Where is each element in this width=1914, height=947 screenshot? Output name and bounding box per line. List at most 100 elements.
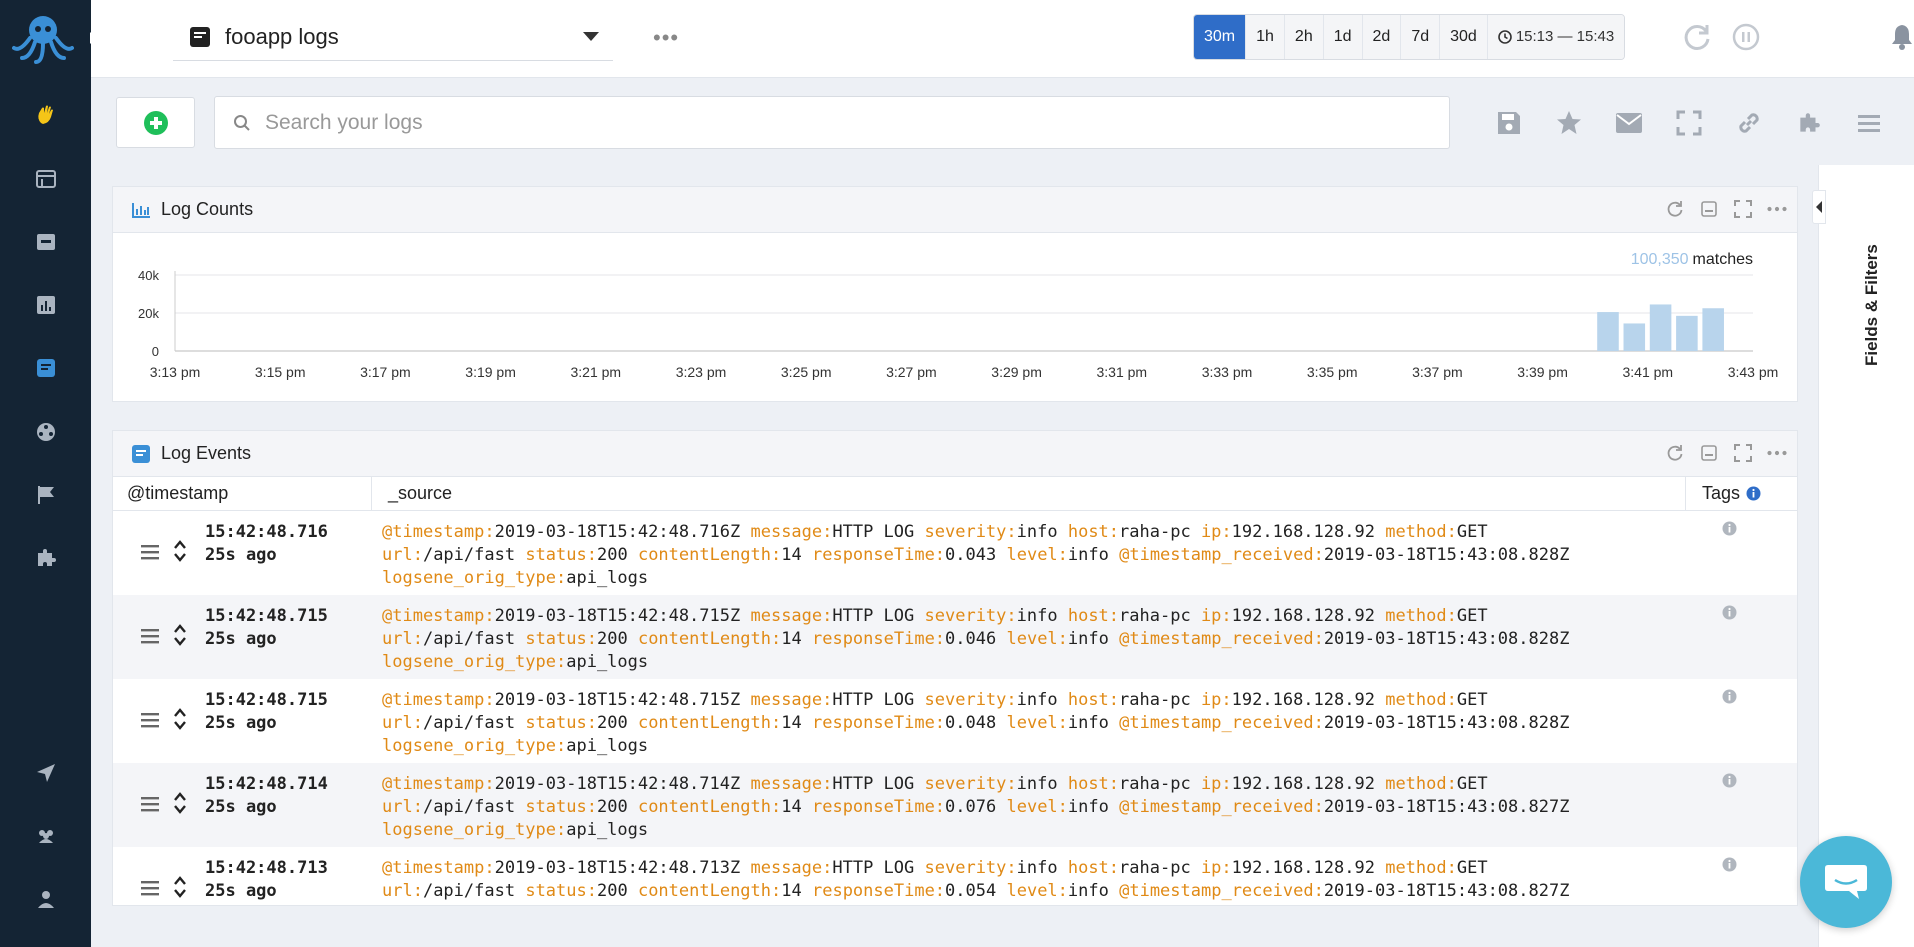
time-range-30d[interactable]: 30d — [1440, 15, 1488, 59]
field-value-method: GET — [1456, 690, 1488, 710]
column-tags[interactable]: Tags — [1686, 477, 1796, 510]
time-range-1d[interactable]: 1d — [1323, 15, 1363, 59]
field-value-status: 200 — [596, 545, 628, 565]
source-line-1: @timestamp:2019-03-18T15:42:48.715Z mess… — [382, 605, 1712, 628]
log-row[interactable]: 15:42:48.715 25s ago @timestamp:2019-03-… — [113, 595, 1797, 679]
email-button[interactable] — [1612, 106, 1646, 140]
sidebar-item-account[interactable] — [0, 879, 91, 919]
refresh-panel-button[interactable] — [1665, 443, 1685, 463]
save-query-button[interactable] — [1492, 106, 1526, 140]
sidebar-item-send[interactable] — [0, 753, 91, 793]
notifications-button[interactable] — [1885, 20, 1914, 54]
field-key-url: url: — [382, 713, 423, 733]
refresh-icon — [1667, 201, 1683, 217]
minimize-panel-button[interactable] — [1699, 199, 1719, 219]
expand-row-icon[interactable] — [173, 623, 187, 647]
time-range-1h[interactable]: 1h — [1246, 15, 1285, 59]
row-tags — [1712, 763, 1784, 847]
time-range-7d[interactable]: 7d — [1401, 15, 1441, 59]
row-time: 15:42:48.713 — [205, 858, 328, 878]
chevron-left-icon — [1816, 201, 1822, 213]
field-key-timestamp_received: @timestamp_received: — [1119, 713, 1324, 733]
field-value-responseTime: 0.043 — [945, 545, 997, 565]
field-key-host: host: — [1067, 690, 1120, 710]
info-icon[interactable] — [1722, 857, 1737, 872]
app-more-button[interactable]: ••• — [653, 27, 679, 49]
custom-time-window[interactable]: 15:13 — 15:43 — [1487, 15, 1625, 59]
menu-button[interactable] — [1852, 106, 1886, 140]
window-icon — [35, 170, 56, 188]
log-row[interactable]: 15:42:48.715 25s ago @timestamp:2019-03-… — [113, 679, 1797, 763]
log-counts-panel: Log Counts 100,350 matches 0 20k 40k 3:13 pm… — [112, 186, 1798, 402]
minimize-panel-button[interactable] — [1699, 443, 1719, 463]
expand-row-icon[interactable] — [173, 539, 187, 563]
expand-panel-button[interactable] — [1733, 443, 1753, 463]
field-key-contentLength: contentLength: — [637, 797, 782, 817]
log-row[interactable]: 15:42:48.713 25s ago @timestamp:2019-03-… — [113, 847, 1797, 903]
field-key-orig_type: logsene_orig_type: — [382, 568, 567, 588]
expand-row-icon[interactable] — [173, 707, 187, 731]
info-icon[interactable] — [1722, 773, 1737, 788]
row-menu-icon[interactable] — [140, 711, 160, 729]
time-range-2h[interactable]: 2h — [1284, 15, 1324, 59]
sidebar-item-logs[interactable] — [0, 348, 91, 388]
row-menu-icon[interactable] — [140, 795, 160, 813]
row-timestamp: 15:42:48.713 25s ago — [205, 847, 372, 903]
row-tags — [1712, 847, 1784, 903]
y-tick-label: 0 — [152, 344, 159, 359]
field-key-contentLength: contentLength: — [637, 881, 782, 901]
fields-filters-toggle[interactable] — [1812, 190, 1826, 224]
sidebar-item-apps[interactable] — [0, 159, 91, 199]
info-icon[interactable] — [1722, 605, 1737, 620]
refresh-button[interactable] — [1680, 20, 1714, 54]
chat-widget-button[interactable] — [1800, 836, 1892, 928]
octopus-logo-icon[interactable] — [12, 12, 74, 64]
expand-panel-button[interactable] — [1733, 199, 1753, 219]
field-key-host: host: — [1067, 858, 1120, 878]
plugins-button[interactable] — [1792, 106, 1826, 140]
app-selector[interactable]: fooapp logs — [173, 14, 613, 61]
source-line-3: logsene_orig_type:api_logs — [382, 735, 1712, 758]
time-range-2d[interactable]: 2d — [1362, 15, 1402, 59]
row-menu-icon[interactable] — [140, 879, 160, 897]
info-icon[interactable] — [1722, 521, 1737, 536]
column-timestamp[interactable]: @timestamp — [113, 477, 372, 510]
sidebar-item-welcome[interactable] — [0, 95, 91, 135]
expand-row-icon[interactable] — [173, 875, 187, 899]
fields-filters-label[interactable]: Fields & Filters — [1862, 244, 1882, 366]
row-tags — [1712, 511, 1784, 595]
more-dots-icon — [1767, 206, 1787, 212]
panel-more-button[interactable] — [1767, 199, 1787, 219]
log-row[interactable]: 15:42:48.716 25s ago @timestamp:2019-03-… — [113, 511, 1797, 595]
pause-button[interactable] — [1729, 20, 1763, 54]
time-range-30m[interactable]: 30m — [1194, 15, 1247, 59]
field-value-timestamp_received: 2019-03-18T15:43:08.827Z — [1323, 797, 1570, 817]
panel-more-button[interactable] — [1767, 443, 1787, 463]
sidebar-item-team[interactable] — [0, 816, 91, 856]
expand-icon — [1734, 200, 1752, 218]
row-menu-icon[interactable] — [140, 543, 160, 561]
sidebar-item-reports[interactable] — [0, 285, 91, 325]
field-key-contentLength: contentLength: — [637, 545, 782, 565]
info-icon[interactable] — [1722, 689, 1737, 704]
sidebar-item-integrations[interactable] — [0, 412, 91, 452]
favorite-button[interactable] — [1552, 106, 1586, 140]
refresh-panel-button[interactable] — [1665, 199, 1685, 219]
row-menu-icon[interactable] — [140, 627, 160, 645]
expand-row-icon[interactable] — [173, 791, 187, 815]
field-value-timestamp: 2019-03-18T15:42:48.713Z — [494, 858, 741, 878]
sidebar-item-alerts[interactable] — [0, 475, 91, 515]
sidebar-item-inbox[interactable] — [0, 222, 91, 262]
field-value-timestamp: 2019-03-18T15:42:48.714Z — [494, 774, 741, 794]
add-button[interactable] — [116, 97, 195, 148]
link-icon — [1739, 113, 1759, 133]
share-link-button[interactable] — [1732, 106, 1766, 140]
column-source[interactable]: _source — [372, 477, 1686, 510]
search-input[interactable] — [265, 110, 1415, 135]
log-row[interactable]: 15:42:48.714 25s ago @timestamp:2019-03-… — [113, 763, 1797, 847]
field-value-severity: info — [1016, 774, 1058, 794]
fullscreen-button[interactable] — [1672, 106, 1706, 140]
source-line-3: logsene_orig_type:api_logs — [382, 819, 1712, 842]
sidebar-item-plugins[interactable] — [0, 538, 91, 578]
field-value-level: info — [1067, 881, 1109, 901]
